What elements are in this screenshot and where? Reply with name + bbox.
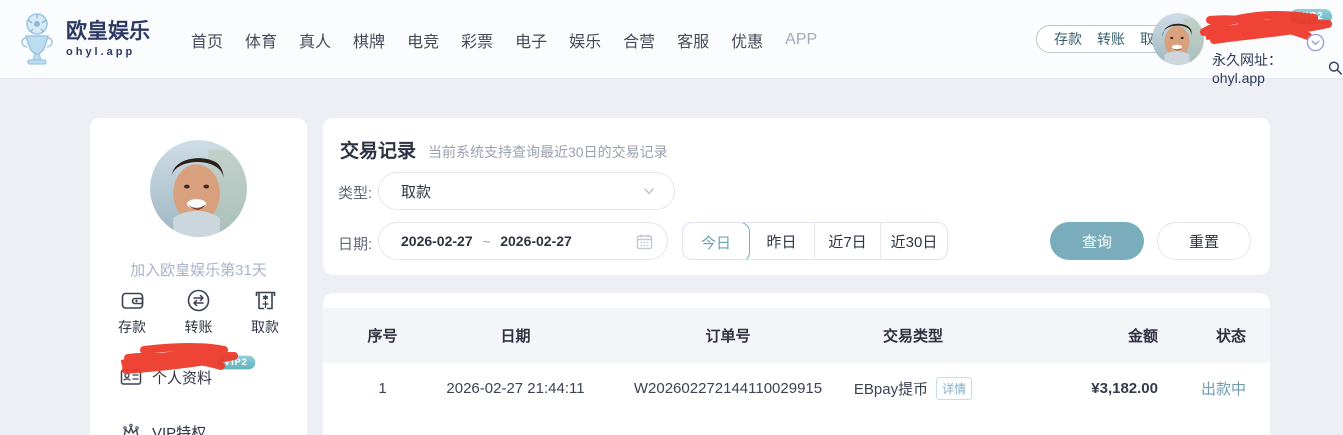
withdraw-icon	[253, 288, 278, 313]
join-days-text: 加入欧皇娱乐第31天	[90, 259, 307, 280]
sidebar-item-vip[interactable]: VIP特权	[120, 421, 206, 435]
search-icon[interactable]	[1328, 60, 1343, 76]
deposit-link[interactable]: 存款	[1054, 29, 1082, 49]
quick-range-group: 今日 昨日 近7日 近30日	[682, 222, 948, 260]
sidebar-action-row: 存款 转账 取款	[90, 288, 307, 337]
type-select-value: 取款	[401, 181, 642, 202]
page-subtitle: 当前系统支持查询最近30日的交易记录	[428, 142, 668, 162]
date-range-input[interactable]: 2026-02-27 ~ 2026-02-27	[378, 222, 668, 260]
nav-item-promos[interactable]: 优惠	[731, 28, 763, 52]
col-header-amount: 金额	[983, 325, 1158, 346]
transaction-filter-card: 交易记录 当前系统支持查询最近30日的交易记录 类型: 取款 日期: 2026-…	[323, 118, 1270, 275]
cell-type: EBpay提币 详情	[843, 377, 983, 400]
main-nav: 首页 体育 真人 棋牌 电竞 彩票 电子 娱乐 合营 客服 优惠 APP	[191, 0, 817, 79]
nav-item-affiliate[interactable]: 合营	[623, 28, 655, 52]
profile-avatar	[150, 140, 247, 237]
logo-text: 欧皇娱乐 ohyl.app	[66, 20, 150, 57]
transaction-type-text: EBpay提币	[854, 378, 928, 399]
range-yesterday-button[interactable]: 昨日	[749, 223, 815, 259]
reset-button[interactable]: 重置	[1157, 222, 1251, 260]
nav-item-live[interactable]: 真人	[299, 28, 331, 52]
type-select[interactable]: 取款	[378, 172, 675, 210]
table-row: 1 2026-02-27 21:44:11 W20260227214411002…	[323, 363, 1270, 413]
sidebar-deposit-label: 存款	[118, 317, 146, 337]
page: 欧皇娱乐 ohyl.app 首页 体育 真人 棋牌 电竞 彩票 电子 娱乐 合营…	[0, 0, 1343, 435]
nav-item-entertainment[interactable]: 娱乐	[569, 28, 601, 52]
nav-item-home[interactable]: 首页	[191, 28, 223, 52]
page-title: 交易记录	[340, 136, 416, 163]
col-header-date: 日期	[418, 325, 613, 346]
top-bar: 欧皇娱乐 ohyl.app 首页 体育 真人 棋牌 电竞 彩票 电子 娱乐 合营…	[0, 0, 1343, 79]
date-range-separator: ~	[483, 234, 491, 249]
nav-item-lottery[interactable]: 彩票	[461, 28, 493, 52]
redacted-username-scribble	[116, 340, 246, 374]
nav-item-support[interactable]: 客服	[677, 28, 709, 52]
sidebar-transfer-label: 转账	[185, 317, 213, 337]
sidebar-transfer-button[interactable]: 转账	[185, 288, 213, 337]
range-30days-button[interactable]: 近30日	[881, 223, 947, 259]
date-filter-label: 日期:	[338, 233, 372, 254]
calendar-icon[interactable]	[636, 233, 653, 250]
col-header-status: 状态	[1158, 325, 1246, 346]
col-header-type: 交易类型	[843, 325, 983, 346]
chevron-down-icon[interactable]	[1306, 33, 1325, 52]
permanent-url: 永久网址：ohyl.app	[1212, 50, 1343, 86]
cell-date: 2026-02-27 21:44:11	[418, 380, 613, 397]
sidebar-vip-label: VIP特权	[152, 422, 206, 435]
cell-amount: ¥3,182.00	[983, 380, 1158, 397]
date-from-value: 2026-02-27	[401, 233, 473, 249]
search-button[interactable]: 查询	[1050, 222, 1144, 260]
cell-status: 出款中	[1158, 378, 1246, 399]
logo-subtitle: ohyl.app	[66, 46, 150, 58]
col-header-index: 序号	[347, 325, 418, 346]
date-to-value: 2026-02-27	[500, 233, 572, 249]
transaction-table-card: 序号 日期 订单号 交易类型 金额 状态 1 2026-02-27 21:44:…	[323, 293, 1270, 435]
range-7days-button[interactable]: 近7日	[815, 223, 881, 259]
range-today-button[interactable]: 今日	[682, 222, 750, 260]
sidebar-deposit-button[interactable]: 存款	[118, 288, 146, 337]
wallet-icon	[120, 288, 145, 313]
nav-item-chess[interactable]: 棋牌	[353, 28, 385, 52]
permanent-url-text: 永久网址：ohyl.app	[1212, 50, 1324, 86]
nav-item-esports[interactable]: 电竞	[407, 28, 439, 52]
type-filter-label: 类型:	[338, 182, 372, 203]
chevron-down-icon	[642, 184, 656, 198]
transfer-link[interactable]: 转账	[1097, 29, 1125, 49]
detail-button[interactable]: 详情	[936, 377, 972, 400]
sidebar-withdraw-button[interactable]: 取款	[251, 288, 279, 337]
logo-title: 欧皇娱乐	[66, 20, 150, 43]
cell-order-no: W202602272144110029915	[613, 380, 843, 397]
transfer-icon	[186, 288, 211, 313]
nav-item-slots[interactable]: 电子	[515, 28, 547, 52]
title-row: 交易记录 当前系统支持查询最近30日的交易记录	[340, 136, 668, 163]
profile-sidebar: VIP2 加入欧皇娱乐第31天 存款	[90, 118, 307, 435]
nav-item-sports[interactable]: 体育	[245, 28, 277, 52]
sidebar-withdraw-label: 取款	[251, 317, 279, 337]
nav-item-app[interactable]: APP	[785, 31, 817, 49]
crown-icon	[120, 421, 142, 435]
table-header-row: 序号 日期 订单号 交易类型 金额 状态	[323, 308, 1270, 363]
site-logo[interactable]: 欧皇娱乐 ohyl.app	[16, 12, 150, 66]
trophy-logo-icon	[16, 12, 58, 66]
col-header-order-no: 订单号	[613, 325, 843, 346]
cell-index: 1	[347, 380, 418, 397]
